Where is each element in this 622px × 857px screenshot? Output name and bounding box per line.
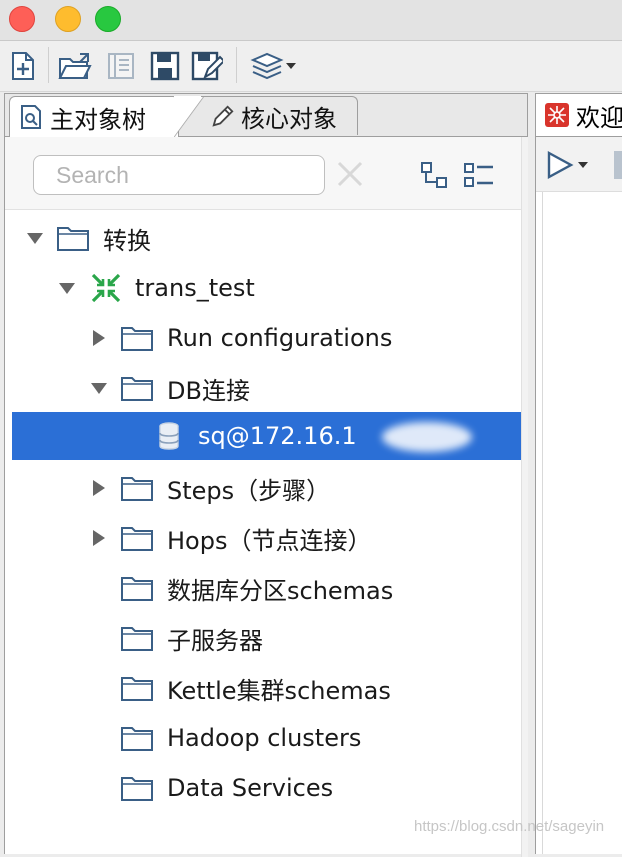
tab-welcome[interactable]: 欢迎 — [536, 94, 622, 137]
save-as-button[interactable] — [190, 50, 224, 82]
save-button[interactable] — [148, 50, 182, 82]
minimize-window-button[interactable] — [55, 6, 81, 32]
folder-icon — [121, 677, 153, 701]
transformation-canvas[interactable] — [542, 192, 622, 854]
pencil-icon — [211, 104, 235, 128]
folder-icon — [121, 777, 153, 801]
save-disk-icon — [150, 51, 180, 81]
tree-node-trans-test[interactable]: trans_test — [5, 266, 521, 310]
collapse-arrow-icon[interactable] — [93, 480, 105, 496]
tree-node-partition-schemas[interactable]: 数据库分区schemas — [5, 566, 521, 610]
toolbar-separator — [48, 47, 49, 83]
folder-icon — [57, 227, 89, 251]
main-toolbar — [0, 41, 622, 92]
tree-node-db-connection-sq[interactable]: sq@172.16.1 — [12, 412, 521, 460]
tree-node-steps[interactable]: Steps（步骤） — [5, 466, 521, 510]
tree-node-label: Data Services — [167, 774, 334, 802]
database-icon — [159, 422, 179, 450]
collapse-arrow-icon[interactable] — [93, 330, 105, 346]
window-titlebar — [0, 0, 622, 41]
open-folder-icon — [58, 53, 92, 79]
tree-node-label: Steps（步骤） — [167, 476, 331, 505]
tree-search-icon — [20, 105, 44, 129]
tab-label: 主对象树 — [50, 105, 146, 134]
right-panel-toolbar — [536, 137, 622, 192]
expand-tree-icon[interactable] — [419, 159, 451, 191]
tree-node-hadoop-clusters[interactable]: Hadoop clusters — [5, 716, 521, 760]
clear-search-icon[interactable] — [335, 159, 365, 189]
search-input[interactable] — [33, 155, 325, 195]
explore-repository-button[interactable] — [104, 50, 138, 82]
tree-node-label: DB连接 — [167, 376, 250, 405]
expand-arrow-icon[interactable] — [91, 383, 107, 394]
tab-label: 欢迎 — [576, 103, 622, 132]
tree-node-cluster-schemas[interactable]: Kettle集群schemas — [5, 666, 521, 710]
redacted-text — [372, 416, 492, 456]
run-play-icon[interactable] — [546, 151, 576, 179]
tree-node-label: sq@172.16.1 — [198, 422, 357, 450]
folder-icon — [121, 577, 153, 601]
tree-node-label: Kettle集群schemas — [167, 676, 391, 705]
expand-arrow-icon[interactable] — [27, 233, 43, 244]
tree-node-slave-servers[interactable]: 子服务器 — [5, 616, 521, 660]
pause-icon[interactable] — [614, 151, 622, 179]
left-panel: 主对象树 核心对象 转换 trans_test — [4, 93, 528, 857]
tree-node-label: trans_test — [135, 274, 255, 302]
caret-down-icon[interactable] — [578, 161, 588, 169]
tree-node-label: 转换 — [103, 226, 151, 255]
left-panel-tabs: 主对象树 核心对象 — [5, 94, 527, 137]
tree-node-run-configurations[interactable]: Run configurations — [5, 316, 521, 360]
tree-node-label: Hops（节点连接） — [167, 526, 372, 555]
vertical-scrollbar[interactable] — [521, 137, 528, 857]
expand-arrow-icon[interactable] — [59, 283, 75, 294]
folder-icon — [121, 627, 153, 651]
tree-node-label: 子服务器 — [167, 626, 263, 655]
search-row — [5, 137, 521, 210]
tree-node-transformations[interactable]: 转换 — [5, 216, 521, 260]
folder-icon — [121, 727, 153, 751]
zoom-window-button[interactable] — [95, 6, 121, 32]
welcome-spoon-icon — [545, 103, 569, 127]
open-file-button[interactable] — [58, 50, 92, 82]
tree-node-label: 数据库分区schemas — [167, 576, 394, 605]
folder-icon — [121, 327, 153, 351]
toolbar-separator — [236, 47, 237, 83]
transformation-icon — [91, 273, 121, 303]
tab-core-objects[interactable]: 核心对象 — [201, 96, 358, 135]
folder-icon — [121, 527, 153, 551]
watermark: https://blog.csdn.net/sageyin — [414, 818, 605, 835]
layers-dropdown-button[interactable] — [246, 50, 300, 82]
folder-icon — [121, 377, 153, 401]
tree-node-label: Hadoop clusters — [167, 724, 362, 752]
tree-node-label: Run configurations — [167, 324, 393, 352]
tab-label: 核心对象 — [241, 104, 337, 133]
layers-icon — [250, 52, 284, 80]
list-view-icon[interactable] — [463, 159, 495, 191]
caret-down-icon — [286, 63, 296, 69]
tab-main-object-tree[interactable]: 主对象树 — [9, 96, 204, 137]
tree-node-data-services[interactable]: Data Services — [5, 766, 521, 810]
close-window-button[interactable] — [9, 6, 35, 32]
collapse-arrow-icon[interactable] — [93, 530, 105, 546]
new-file-button[interactable] — [6, 50, 40, 82]
repository-icon — [108, 53, 134, 79]
tree-node-hops[interactable]: Hops（节点连接） — [5, 516, 521, 560]
tree-node-db-connections[interactable]: DB连接 — [5, 366, 521, 410]
save-as-icon — [191, 51, 223, 81]
folder-icon — [121, 477, 153, 501]
right-panel: 欢迎 — [535, 93, 622, 854]
new-file-icon — [12, 52, 34, 80]
